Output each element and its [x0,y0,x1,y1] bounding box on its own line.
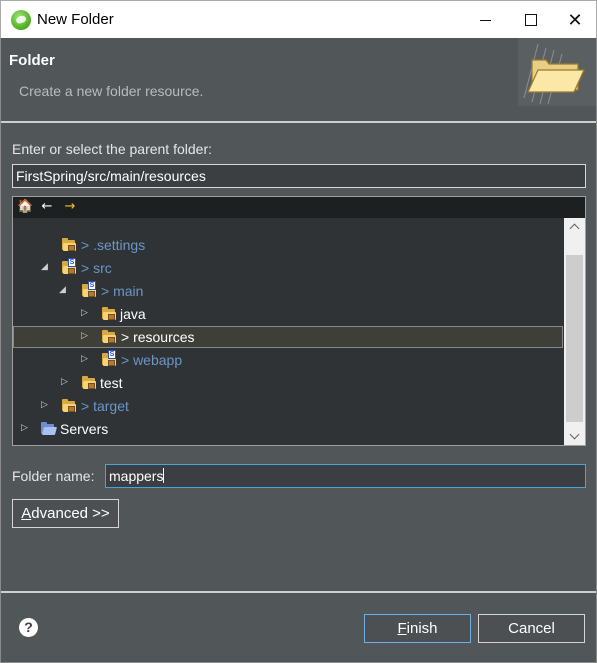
tree-item-label: > webapp [121,352,183,368]
tree-item-label: > .settings [81,237,146,253]
collapsed-twisty-icon[interactable]: ▷ [41,399,51,411]
finish-accel: F [397,620,407,637]
collapsed-twisty-icon[interactable]: ▷ [81,330,91,342]
page-description: Create a new folder resource. [19,83,204,99]
chevron-down-icon [569,429,580,440]
minimize-icon [479,19,491,21]
new-folder-dialog: Folder Create a new folder resource. Ent… [0,38,597,663]
parent-folder-input[interactable]: FirstSpring/src/main/resources [12,164,586,188]
collapsed-twisty-icon[interactable]: ▷ [61,376,71,388]
collapsed-twisty-icon[interactable]: ▷ [21,422,31,434]
parent-folder-label: Enter or select the parent folder: [12,141,212,157]
minimize-button[interactable] [462,1,508,39]
forward-arrow-icon[interactable]: → [62,199,78,215]
header-separator [1,121,596,123]
tree-row[interactable]: ◢ S > main [13,280,563,302]
folder-name-label: Folder name: [12,468,95,484]
advanced-accel: A [21,505,32,522]
finish-button[interactable]: Finish [364,614,471,643]
folder-icon [61,398,77,414]
folder-name-value: mappers [109,468,164,484]
folder-icon [61,237,77,253]
expanded-twisty-icon[interactable]: ◢ [59,284,69,296]
expanded-twisty-icon[interactable]: ◢ [41,261,51,273]
tree-row[interactable]: ▷ java [13,303,563,325]
spring-app-icon [11,10,31,30]
tree-item-label: Servers [60,421,109,437]
tree-row-selected[interactable]: ▷ > resources [13,326,563,348]
finish-label: inish [406,620,438,637]
collapsed-twisty-icon[interactable]: ▷ [81,353,91,365]
help-icon[interactable]: ? [19,618,38,637]
tree-item-label: java [120,306,146,322]
source-folder-icon: S [101,350,117,368]
advanced-button[interactable]: Advanced >> [12,499,119,528]
wizard-header: Folder Create a new folder resource. [1,38,596,122]
source-folder-icon: S [81,281,97,299]
chevron-up-icon [569,223,580,234]
tree-toolbar: 🏠 ← → [13,197,585,218]
source-folder-icon: S [61,258,77,276]
scrollbar-thumb[interactable] [566,255,583,422]
open-folder-icon [40,421,58,437]
back-arrow-icon[interactable]: ← [39,199,55,215]
advanced-label: dvanced >> [31,505,110,522]
folder-name-input[interactable]: mappers [105,464,586,488]
tree-item-label: > resources [121,329,195,345]
folder-icon [101,306,117,322]
tree-row[interactable]: ◢ S > src [13,257,563,279]
tree-item-label: > main [101,283,144,299]
maximize-icon [525,14,537,26]
footer-separator [1,591,596,593]
tree-row[interactable]: ▷ S > webapp [13,349,563,371]
page-title: Folder [9,52,55,69]
folder-icon [81,375,97,391]
home-icon[interactable]: 🏠 [17,199,33,215]
tree-row[interactable]: ▷ > target [13,395,563,417]
close-button[interactable]: ✕ [552,1,597,39]
tree-row[interactable]: ▷ test [13,372,563,394]
tree-item-label: > src [81,260,112,276]
tree-row[interactable]: ▷ Servers [13,418,563,440]
folder-icon [101,329,117,345]
window-title: New Folder [37,11,114,28]
scroll-up-button[interactable] [564,218,585,235]
scroll-down-button[interactable] [564,428,585,445]
folder-tree[interactable]: 🏠 ← → > .settings ◢ S > src ◢ S > main ▷ java ▷ > … [12,196,586,446]
tree-item-label: test [100,375,123,391]
maximize-button[interactable] [508,1,554,39]
text-caret [163,468,165,483]
tree-item-label: > target [81,398,129,414]
cancel-button[interactable]: Cancel [478,614,585,643]
window-titlebar: New Folder ✕ [0,0,597,38]
collapsed-twisty-icon[interactable]: ▷ [81,307,91,319]
new-folder-wizard-icon [518,38,596,106]
tree-row[interactable]: > .settings [13,234,563,256]
tree-vertical-scrollbar[interactable] [564,218,585,445]
